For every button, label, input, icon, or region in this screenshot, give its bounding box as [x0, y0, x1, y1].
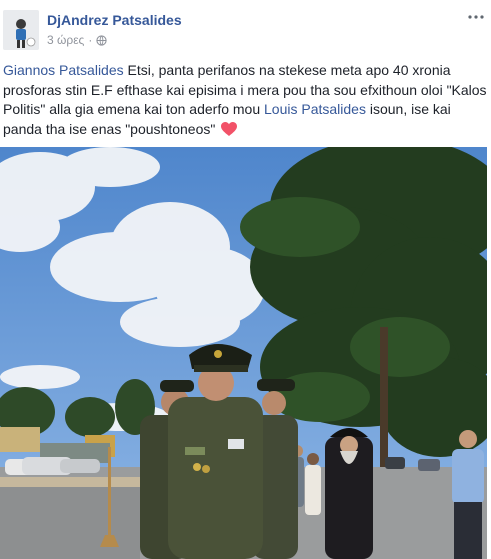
post-meta: 3 ώρες · — [47, 33, 107, 47]
globe-icon[interactable] — [96, 34, 107, 46]
author-name-link[interactable]: DjAndrez Patsalides — [47, 12, 182, 28]
post-photo[interactable] — [0, 147, 487, 559]
heart-icon — [221, 121, 238, 143]
post-body-text: Giannos Patsalides Etsi, panta perifanos… — [3, 61, 487, 142]
meta-separator: · — [88, 33, 93, 47]
mention-link-giannos[interactable]: Giannos Patsalides — [3, 62, 124, 78]
post-header: DjAndrez Patsalides 3 ώρες · — [0, 0, 491, 58]
author-avatar[interactable] — [3, 10, 39, 50]
post-timestamp-link[interactable]: 3 ώρες — [47, 33, 84, 47]
mention-link-louis[interactable]: Louis Patsalides — [264, 101, 366, 117]
more-options-icon[interactable] — [467, 10, 485, 24]
